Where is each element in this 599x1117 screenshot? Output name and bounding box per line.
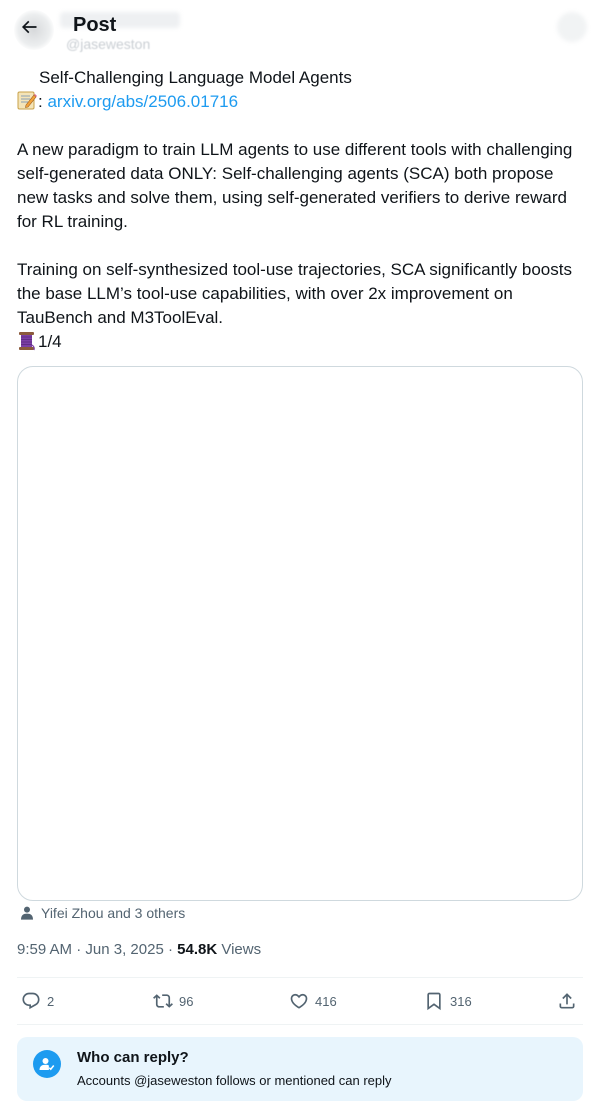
heart-icon — [290, 993, 308, 1009]
who-can-reply-box: Who can reply? Accounts @jaseweston foll… — [17, 1037, 583, 1101]
views-count: 54.8K — [177, 941, 218, 958]
repost-button[interactable]: 96 — [153, 984, 193, 1018]
bookmark-count: 316 — [450, 993, 472, 1009]
thread-counter-line: 1/4 — [17, 330, 587, 354]
tweet-title-line: Self-Challenging Language Model Agents — [39, 68, 352, 87]
tweet-link-line: : arxiv.org/abs/2506.01716 — [17, 90, 587, 114]
divider — [17, 977, 583, 978]
media-image[interactable] — [17, 366, 583, 901]
user-check-icon — [39, 1058, 55, 1071]
post-time[interactable]: 9:59 AM — [17, 941, 72, 958]
post-date[interactable]: Jun 3, 2025 — [85, 941, 163, 958]
share-icon — [559, 993, 575, 1009]
divider — [17, 1024, 583, 1025]
who-can-reply-description: Accounts @jaseweston follows or mentione… — [77, 1073, 392, 1088]
top-header: @jaseweston Post — [0, 0, 599, 56]
ghost-grok-icon — [557, 12, 587, 42]
views-label: Views — [217, 941, 262, 958]
person-icon — [21, 906, 33, 920]
tweet-paragraph-1: A new paradigm to train LLM agents to us… — [17, 140, 573, 231]
link-prefix: : — [38, 92, 43, 111]
arrow-left-icon — [21, 20, 37, 34]
page-title: Post — [73, 14, 117, 36]
repost-icon — [153, 994, 173, 1008]
bookmark-button[interactable]: 316 — [424, 984, 472, 1018]
thread-spool-icon — [19, 332, 35, 351]
like-button[interactable]: 416 — [289, 984, 337, 1018]
tagged-users[interactable]: Yifei Zhou and 3 others — [19, 905, 185, 921]
back-button[interactable] — [12, 10, 46, 44]
ghost-handle: @jaseweston — [66, 36, 151, 52]
arxiv-link[interactable]: arxiv.org/abs/2506.01716 — [47, 92, 238, 111]
like-count: 416 — [315, 993, 337, 1009]
tweet-text: Self-Challenging Language Model Agents :… — [17, 66, 587, 354]
memo-icon — [17, 91, 37, 110]
tagged-users-label: Yifei Zhou and 3 others — [41, 905, 186, 921]
share-button[interactable] — [557, 984, 583, 1018]
action-bar: 2 96 416 316 — [17, 984, 583, 1018]
bookmark-icon — [427, 992, 441, 1011]
tweet-paragraph-2: Training on self-synthesized tool-use tr… — [17, 260, 572, 327]
reply-count: 2 — [47, 993, 55, 1009]
reply-button[interactable]: 2 — [21, 984, 54, 1018]
who-can-reply-title: Who can reply? — [77, 1049, 189, 1066]
reply-restriction-icon — [33, 1050, 61, 1078]
thread-counter: 1/4 — [38, 332, 62, 351]
tweet-meta: 9:59 AM · Jun 3, 2025 · 54.8K Views — [17, 941, 262, 958]
reply-icon — [22, 992, 40, 1010]
repost-count: 96 — [179, 993, 194, 1009]
